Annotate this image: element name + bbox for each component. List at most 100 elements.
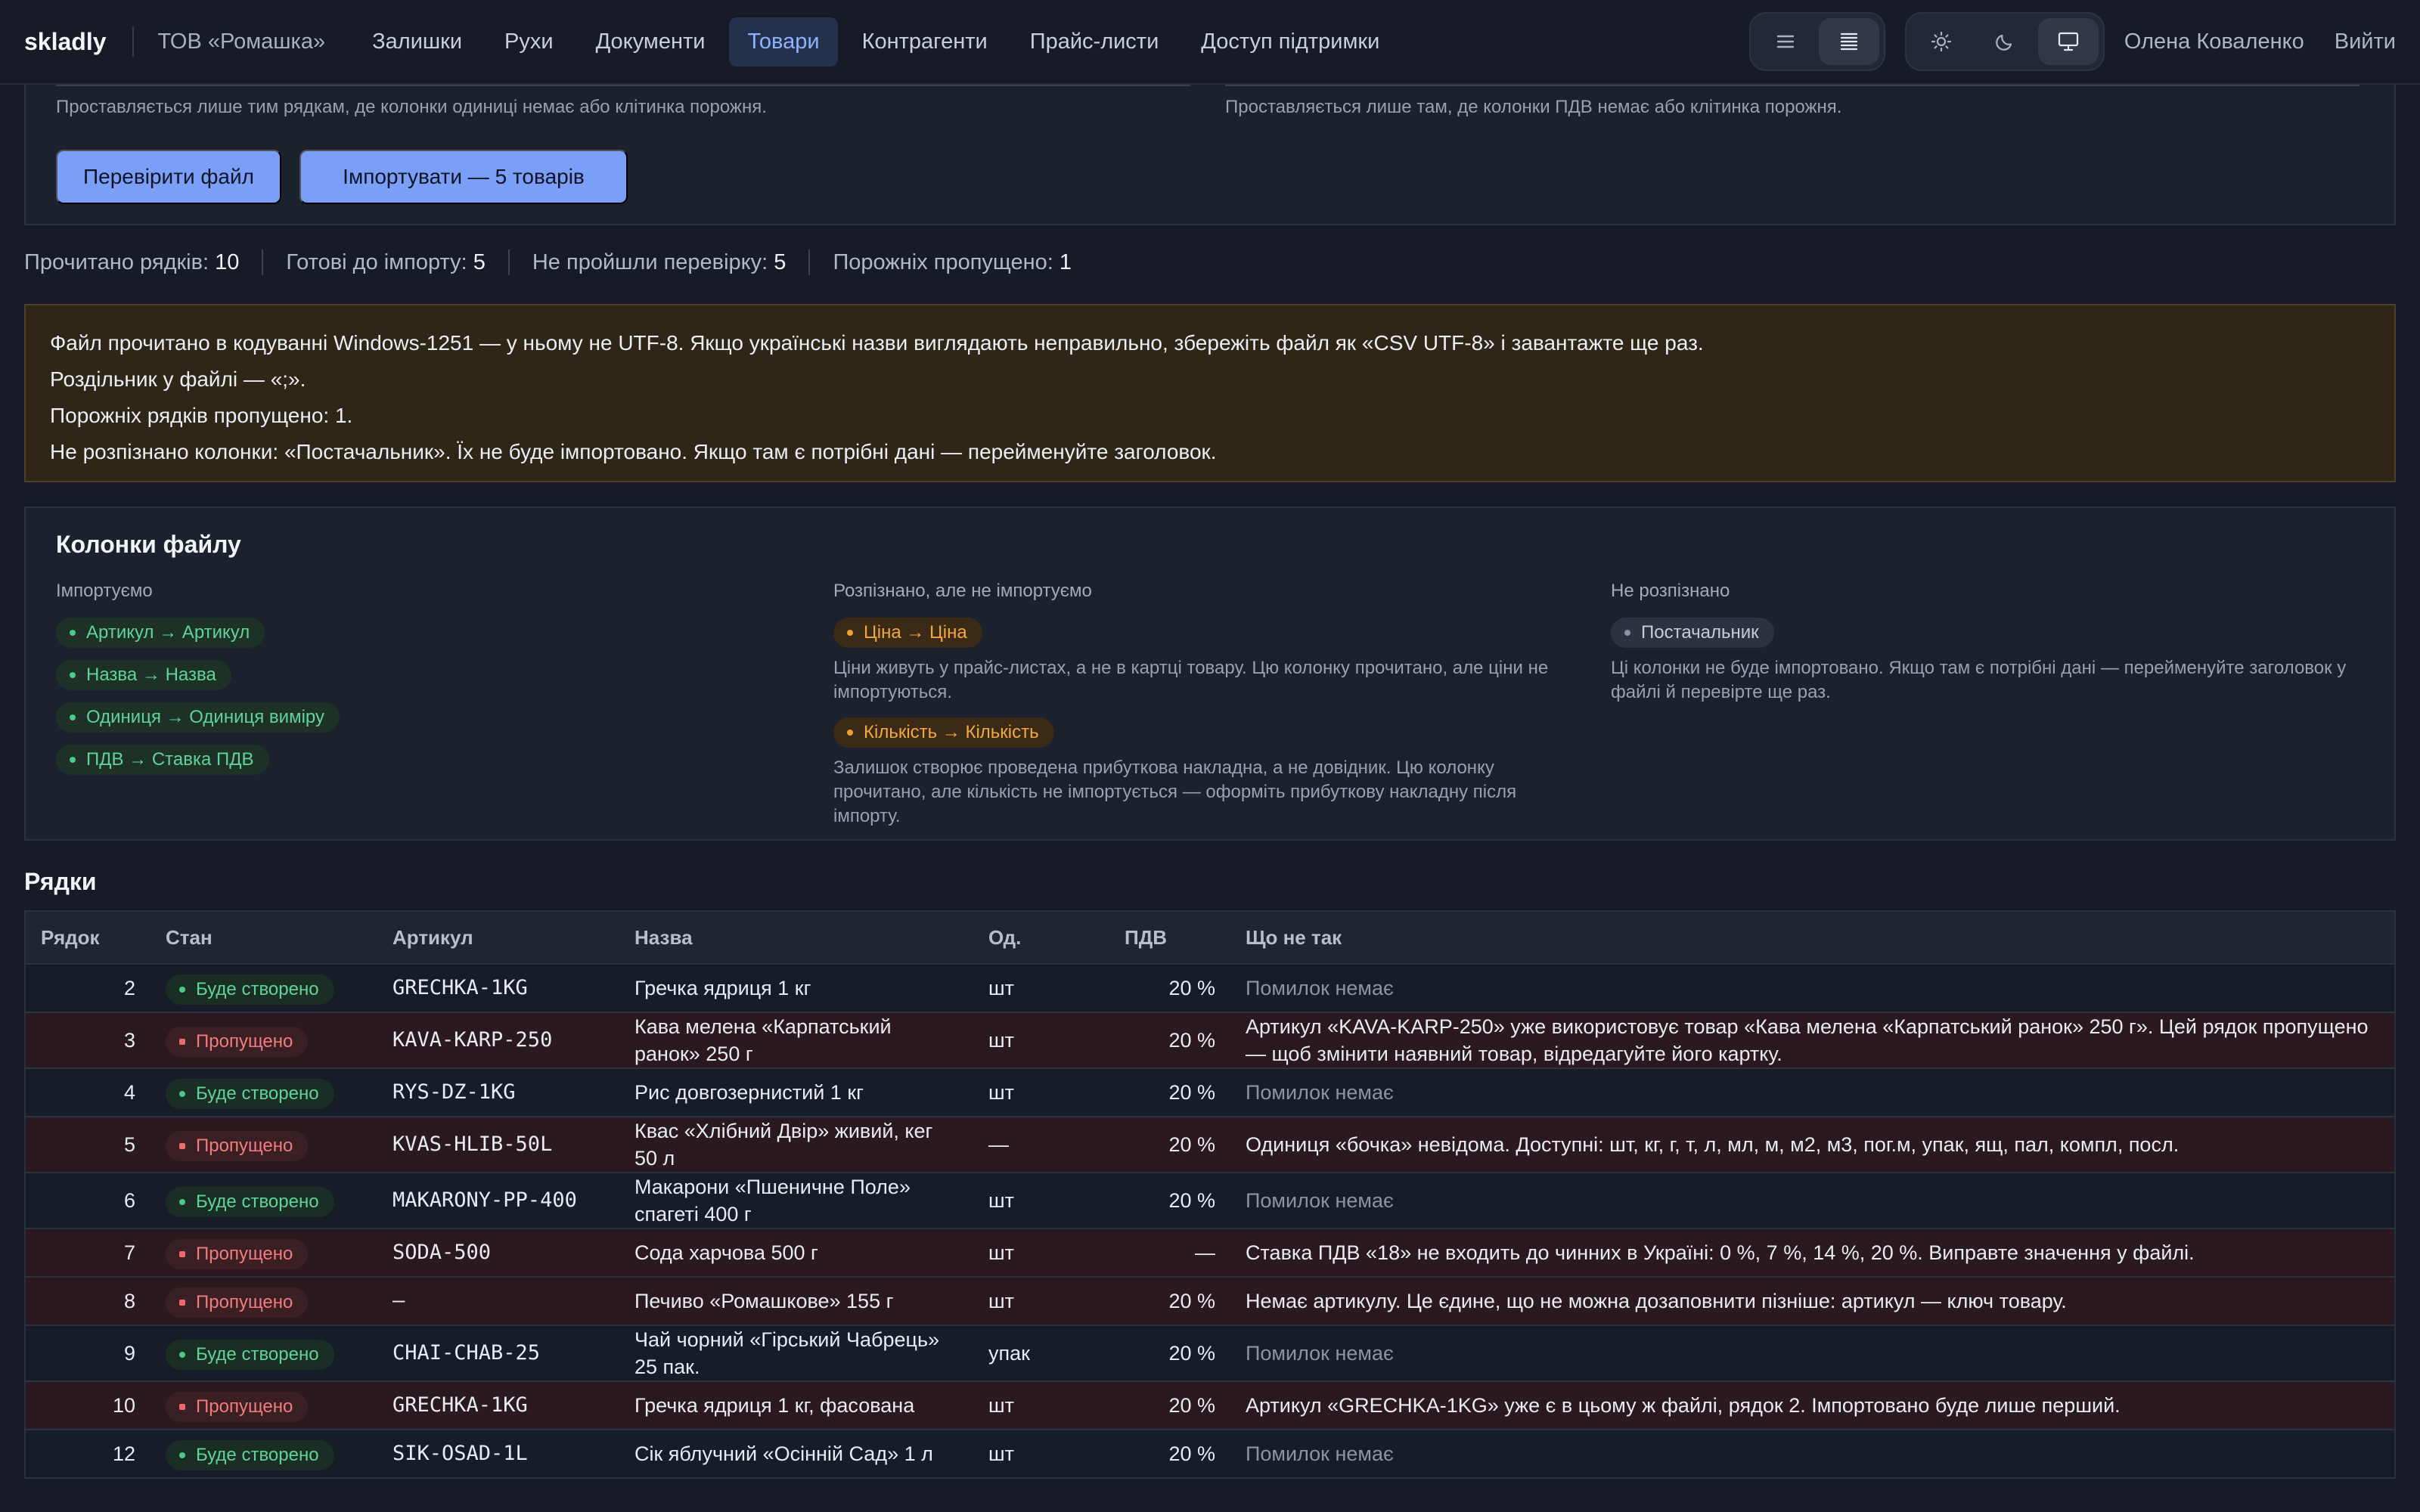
row-unit: шт (973, 1430, 1109, 1479)
table-row: 10 Пропущено GRECHKA-1KG Гречка ядриця 1 кг… (25, 1381, 2395, 1430)
dense-list-icon[interactable] (1818, 18, 1879, 65)
warning-line: Порожніх рядків пропущено: 1. (50, 404, 353, 427)
row-vat: 20 % (1109, 1012, 1230, 1069)
unrecognized-columns-title: Не розпізнано (1611, 581, 1730, 601)
row-issue: Помилок немає (1230, 1173, 2395, 1229)
row-vat: 20 % (1109, 1117, 1230, 1173)
row-sku: — (377, 1277, 619, 1326)
row-vat: 20 % (1109, 1325, 1230, 1382)
row-name: Гречка ядриця 1 кг (619, 964, 973, 1013)
nav-item-price-lists[interactable]: Прайс-листи (1012, 17, 1177, 67)
row-sku: CHAI-CHAB-25 (377, 1325, 619, 1382)
brand-logo[interactable]: skladly (24, 28, 107, 56)
col-header-vat: ПДВ (1109, 911, 1230, 965)
row-state-badge: Буде створено (166, 974, 334, 1005)
row-number: 3 (25, 1012, 150, 1069)
table-body: 2 Буде створено GRECHKA-1KG Гречка ядриця 1… (25, 964, 2395, 1479)
warning-line: Роздільник у файлі — «;». (50, 367, 306, 391)
row-state-cell: Пропущено (150, 1117, 377, 1173)
import-button[interactable]: Імпортувати — 5 товарів (299, 150, 628, 204)
imported-columns-title: Імпортуємо (56, 581, 153, 601)
row-number: 7 (25, 1228, 150, 1278)
default-vat-select[interactable] (1225, 85, 2360, 86)
stat-label: Прочитано рядків: (24, 249, 209, 274)
default-unit-hint: Проставляється лише тим рядкам, де колон… (56, 97, 767, 117)
nav-item-documents[interactable]: Документи (578, 17, 724, 67)
row-issue: Помилок немає (1230, 1430, 2395, 1479)
recognized-not-imported-columns: Розпізнано, але не імпортуємо Ціна → Цін… (833, 581, 1575, 841)
moon-icon[interactable] (1975, 18, 2035, 65)
nav-item-support-access[interactable]: Доступ підтримки (1183, 17, 1398, 67)
sun-icon[interactable] (1911, 18, 1972, 65)
column-mapping-pill: Ціна → Ціна (833, 618, 982, 648)
pill-label: Постачальник (1641, 622, 1759, 643)
default-unit-select[interactable] (56, 85, 1190, 86)
row-state-label: Пропущено (196, 1396, 293, 1417)
row-sku: KAVA-KARP-250 (377, 1012, 619, 1069)
import-stats: Прочитано рядків: 10 Готові до імпорту: … (24, 249, 1072, 275)
stat-value: 5 (473, 249, 486, 274)
row-state-cell: Пропущено (150, 1277, 377, 1326)
row-unit: шт (973, 1068, 1109, 1117)
row-number: 9 (25, 1325, 150, 1382)
row-issue: Помилок немає (1230, 1325, 2395, 1382)
brand-divider (132, 26, 134, 57)
unrecognized-columns: Не розпізнано Постачальник Ці колонки не… (1611, 581, 2352, 717)
stat-divider (262, 249, 264, 275)
row-state-label: Пропущено (196, 1291, 293, 1312)
row-state-badge: Пропущено (166, 1391, 309, 1422)
row-number: 12 (25, 1430, 150, 1479)
row-state-badge: Буде створено (166, 1186, 334, 1217)
column-mapping-pill: ПДВ → Ставка ПДВ (56, 745, 269, 775)
row-number: 10 (25, 1381, 150, 1430)
pill-label: ПДВ → Ставка ПДВ (86, 749, 254, 770)
row-number: 5 (25, 1117, 150, 1173)
stat-label: Не пройшли перевірку: (532, 249, 768, 274)
row-state-cell: Пропущено (150, 1381, 377, 1430)
monitor-icon[interactable] (2037, 18, 2099, 65)
row-unit: шт (973, 964, 1109, 1013)
table-row: 12 Буде створено SIK-OSAD-1L Сік яблучний «… (25, 1430, 2395, 1479)
row-number: 8 (25, 1277, 150, 1326)
default-vat-hint: Проставляється лише там, де колонки ПДВ … (1225, 97, 1842, 117)
column-mapping-pill: Артикул → Артикул (56, 618, 265, 648)
check-file-button[interactable]: Перевірити файл (56, 150, 281, 204)
row-number: 6 (25, 1173, 150, 1229)
stat-value: 10 (215, 249, 240, 274)
stat-failed: Не пройшли перевірку: 5 (532, 250, 786, 275)
list-icon[interactable] (1755, 18, 1816, 65)
row-unit: шт (973, 1381, 1109, 1430)
nav-item-counterparties[interactable]: Контрагенти (844, 17, 1006, 67)
pill-label: Артикул → Артикул (86, 622, 250, 643)
logout-link[interactable]: Вийти (2335, 29, 2396, 54)
nav-item-movements[interactable]: Рухи (486, 17, 572, 67)
row-state-label: Буде створено (196, 1343, 319, 1365)
stat-divider (808, 249, 811, 275)
organization-name[interactable]: ТОВ «Ромашка» (158, 29, 326, 54)
row-state-cell: Пропущено (150, 1012, 377, 1069)
nav-item-stock[interactable]: Залишки (354, 17, 480, 67)
pill-label: Ціна → Ціна (864, 622, 967, 643)
nav-item-products[interactable]: Товари (729, 17, 838, 67)
row-state-label: Пропущено (196, 1135, 293, 1156)
row-state-badge: Пропущено (166, 1026, 309, 1057)
warning-line: Файл прочитано в кодуванні Windows-1251 … (50, 331, 1704, 355)
row-issue: Помилок немає (1230, 1068, 2395, 1117)
pill-label: Одиниця → Одиниця виміру (86, 707, 324, 727)
row-name: Квас «Хлібний Двір» живий, кег 50 л (619, 1117, 973, 1173)
row-number: 2 (25, 964, 150, 1013)
row-state-cell: Буде створено (150, 964, 377, 1013)
row-state-label: Буде створено (196, 978, 319, 999)
row-state-label: Пропущено (196, 1243, 293, 1264)
row-name: Макарони «Пшеничне Поле» спагеті 400 г (619, 1173, 973, 1229)
table-row: 7 Пропущено SODA-500 Сода харчова 500 г шт — С… (25, 1228, 2395, 1278)
col-header-issue: Що не так (1230, 911, 2395, 965)
row-unit: шт (973, 1173, 1109, 1229)
table-row: 9 Буде створено CHAI-CHAB-25 Чай чорний «Гі… (25, 1325, 2395, 1382)
user-name[interactable]: Олена Коваленко (2124, 29, 2304, 54)
row-vat: 20 % (1109, 1381, 1230, 1430)
column-mapping-pill: Назва → Назва (56, 660, 231, 690)
table-row: 5 Пропущено KVAS-HLIB-50L Квас «Хлібний Дві… (25, 1117, 2395, 1173)
row-state-badge: Пропущено (166, 1238, 309, 1269)
warning-line: Не розпізнано колонки: «Постачальник». Ї… (50, 440, 1217, 463)
